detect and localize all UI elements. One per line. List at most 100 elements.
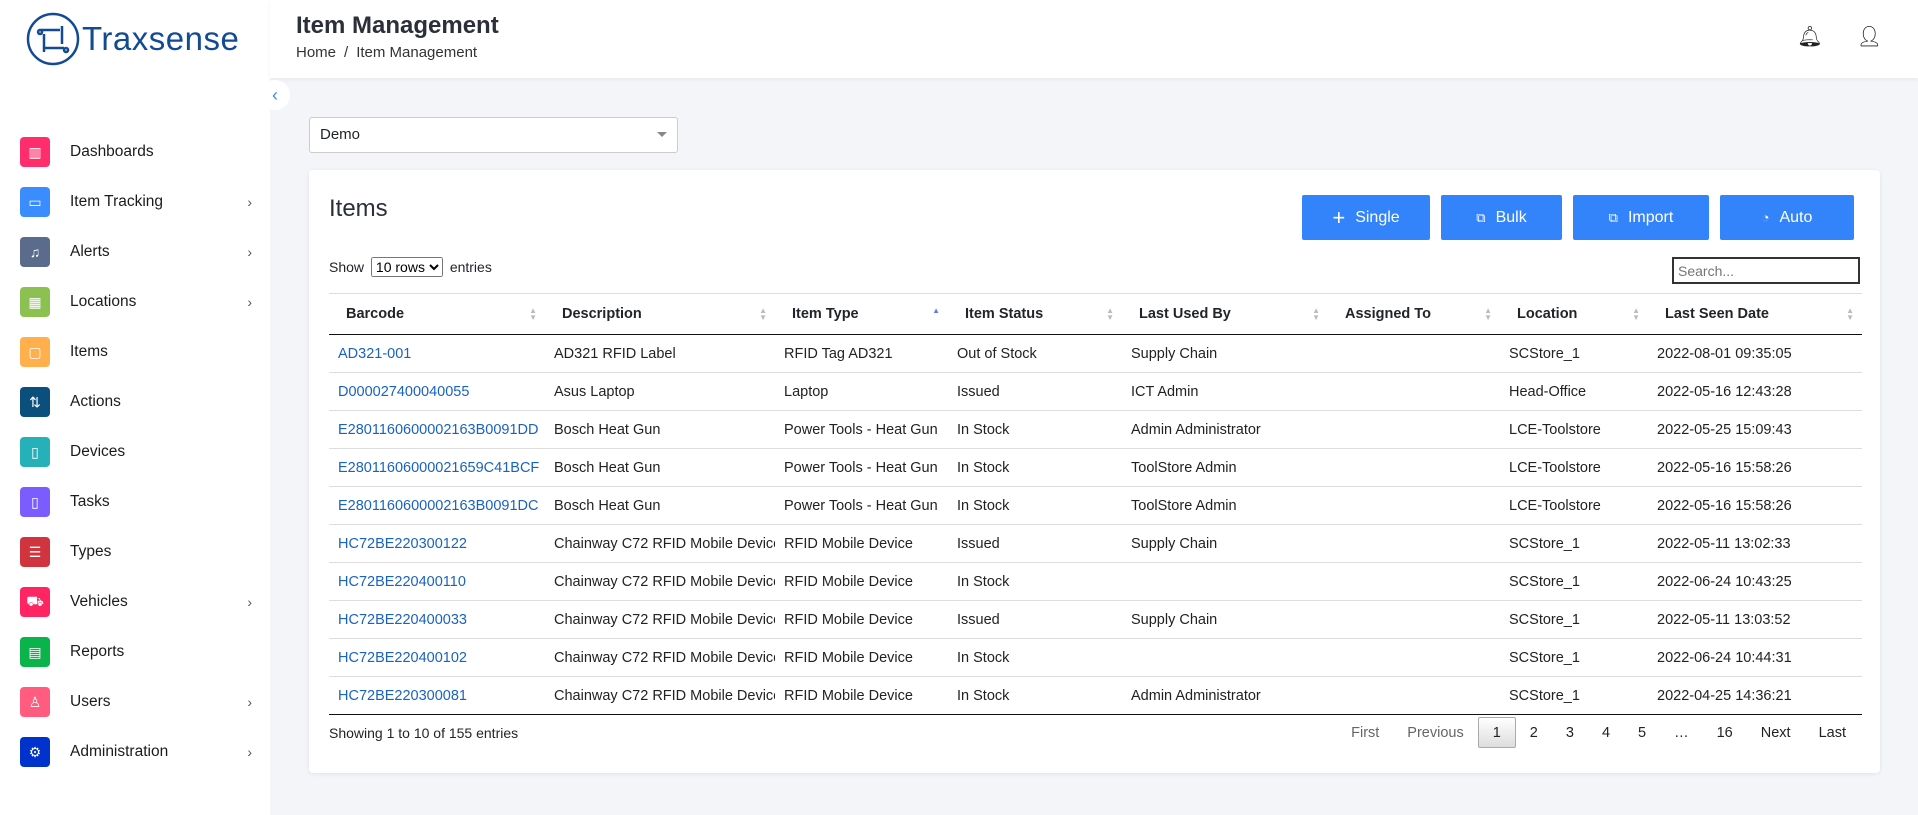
barcode-link[interactable]: HC72BE220400033 [338, 612, 467, 628]
table-row[interactable]: HC72BE220400102 Chainway C72 RFID Mobile … [329, 638, 1862, 677]
table-row[interactable]: E28011606000021659C41BCF Bosch Heat Gun Po… [329, 448, 1862, 487]
cell-item-type: RFID Tag AD321 [775, 334, 948, 373]
sort-icon: ▲ ▼ [1106, 306, 1114, 322]
single-button[interactable]: + Single [1302, 195, 1430, 240]
plus-icon: + [1332, 204, 1346, 230]
sidebar-item-devices[interactable]: ▯ Devices [20, 427, 260, 477]
cell-item-status: In Stock [948, 486, 1122, 525]
barcode-link[interactable]: HC72BE220400102 [338, 650, 467, 666]
column-header-item-type[interactable]: Item Type ▲ [775, 293, 948, 335]
single-button-label: Single [1355, 208, 1400, 226]
cell-item-status: Out of Stock [948, 334, 1122, 373]
column-header-assigned-to[interactable]: Assigned To ▲ ▼ [1328, 293, 1500, 335]
cell-description: AD321 RFID Label [545, 334, 775, 373]
collapse-sidebar-button[interactable]: ‹ [260, 80, 290, 110]
user-icon[interactable]: 👤︎ [1857, 24, 1882, 49]
project-select[interactable]: Demo [309, 117, 678, 153]
column-header-description[interactable]: Description ▲ ▼ [545, 293, 775, 335]
cell-description: Chainway C72 RFID Mobile Device [545, 600, 775, 639]
sidebar-item-types[interactable]: ☰ Types [20, 527, 260, 577]
sort-icon: ▲ ▼ [1484, 306, 1492, 322]
bell-icon[interactable]: 🔔︎ [1797, 24, 1822, 49]
page-4[interactable]: 4 [1588, 717, 1624, 748]
sidebar-item-actions[interactable]: ⇅ Actions [20, 377, 260, 427]
sidebar-item-alerts[interactable]: ♫ Alerts › [20, 227, 260, 277]
column-header-barcode[interactable]: Barcode ▲ ▼ [329, 293, 545, 335]
sidebar-item-item-tracking[interactable]: ▭ Item Tracking › [20, 177, 260, 227]
table-row[interactable]: HC72BE220300122 Chainway C72 RFID Mobile … [329, 524, 1862, 563]
table-row[interactable]: E2801160600002163B0091DC Bosch Heat Gun Po… [329, 486, 1862, 525]
cell-item-type: Power Tools - Heat Gun [775, 448, 948, 487]
barcode-link[interactable]: D000027400040055 [338, 384, 469, 400]
breadcrumb-home[interactable]: Home [296, 44, 336, 61]
bulk-button-label: Bulk [1495, 208, 1527, 226]
cell-last-used-by [1122, 562, 1328, 601]
page-3[interactable]: 3 [1552, 717, 1588, 748]
table-row[interactable]: E2801160600002163B0091DD Bosch Heat Gun Po… [329, 410, 1862, 449]
cell-location: LCE-Toolstore [1500, 448, 1648, 487]
cell-description: Bosch Heat Gun [545, 448, 775, 487]
barcode-link[interactable]: E28011606000021659C41BCF [338, 460, 539, 476]
table-row[interactable]: AD321-001 AD321 RFID Label RFID Tag AD321 O… [329, 334, 1862, 373]
items-card: Items + Single ⧉ Bulk ⧉ Import ◔ Auto Show 10 r… [309, 170, 1880, 773]
sidebar-item-items[interactable]: ▢ Items [20, 327, 260, 377]
column-header-last-seen-date[interactable]: Last Seen Date ▲ ▼ [1648, 293, 1862, 335]
sidebar-item-tasks[interactable]: ▯ Tasks [20, 477, 260, 527]
page-first[interactable]: First [1337, 717, 1393, 748]
auto-button[interactable]: ◔ Auto [1720, 195, 1854, 240]
page-next[interactable]: Next [1747, 717, 1805, 748]
table-row[interactable]: D000027400040055 Asus Laptop Laptop Issued I… [329, 372, 1862, 411]
column-header-item-status[interactable]: Item Status ▲ ▼ [948, 293, 1122, 335]
cell-item-type: Power Tools - Heat Gun [775, 410, 948, 449]
page-previous[interactable]: Previous [1393, 717, 1477, 748]
sidebar-item-reports[interactable]: ▤ Reports [20, 627, 260, 677]
table-row[interactable]: HC72BE220400033 Chainway C72 RFID Mobile … [329, 600, 1862, 639]
cell-barcode: HC72BE220300122 [329, 524, 545, 563]
column-header-last-used-by[interactable]: Last Used By ▲ ▼ [1122, 293, 1328, 335]
cell-barcode: D000027400040055 [329, 372, 545, 411]
cell-item-status: In Stock [948, 562, 1122, 601]
column-header-label: Last Seen Date [1665, 306, 1769, 322]
barcode-link[interactable]: E2801160600002163B0091DC [338, 498, 539, 514]
cell-item-type: Laptop [775, 372, 948, 411]
sidebar-item-users[interactable]: ♙ Users › [20, 677, 260, 727]
sidebar-item-administration[interactable]: ⚙ Administration › [20, 727, 260, 777]
cell-location: SCStore_1 [1500, 524, 1648, 563]
cell-barcode: HC72BE220400102 [329, 638, 545, 677]
import-button[interactable]: ⧉ Import [1573, 195, 1709, 240]
page-5[interactable]: 5 [1624, 717, 1660, 748]
sidebar-item-label: Users [70, 693, 111, 710]
logo[interactable]: Traxsense [26, 12, 239, 66]
chevron-right-icon: › [247, 744, 252, 760]
table-row[interactable]: HC72BE220300081 Chainway C72 RFID Mobile … [329, 676, 1862, 715]
sidebar-item-dashboards[interactable]: ▥ Dashboards [20, 127, 260, 177]
barcode-link[interactable]: HC72BE220400110 [338, 574, 466, 590]
page-16[interactable]: 16 [1703, 717, 1747, 748]
bulk-button[interactable]: ⧉ Bulk [1441, 195, 1562, 240]
column-header-label: Item Status [965, 306, 1044, 322]
database-icon: ☰ [20, 537, 50, 567]
chevron-right-icon: › [247, 594, 252, 610]
box-icon: ▢ [20, 337, 50, 367]
column-header-location[interactable]: Location ▲ ▼ [1500, 293, 1648, 335]
page-2[interactable]: 2 [1516, 717, 1552, 748]
page-last[interactable]: Last [1805, 717, 1860, 748]
sidebar-item-label: Dashboards [70, 143, 154, 160]
barcode-link[interactable]: E2801160600002163B0091DD [338, 422, 539, 438]
cell-last-used-by: ToolStore Admin [1122, 486, 1328, 525]
notebook-icon: ▤ [20, 637, 50, 667]
items-table: Barcode ▲ ▼ Description ▲ ▼ Item Type ▲ Item Sta… [329, 293, 1862, 715]
rows-per-page-select[interactable]: 10 rows [370, 257, 443, 277]
cell-last-used-by: ICT Admin [1122, 372, 1328, 411]
sidebar-item-vehicles[interactable]: ⛟ Vehicles › [20, 577, 260, 627]
barcode-link[interactable]: AD321-001 [338, 346, 411, 362]
barcode-link[interactable]: HC72BE220300122 [338, 536, 467, 552]
cell-location: SCStore_1 [1500, 600, 1648, 639]
page-1[interactable]: 1 [1477, 717, 1516, 748]
barcode-link[interactable]: HC72BE220300081 [338, 688, 467, 704]
table-row[interactable]: HC72BE220400110 Chainway C72 RFID Mobile … [329, 562, 1862, 601]
column-header-label: Last Used By [1139, 306, 1231, 322]
search-input[interactable] [1672, 257, 1860, 284]
sidebar-item-locations[interactable]: ▦ Locations › [20, 277, 260, 327]
sidebar-item-label: Actions [70, 393, 121, 410]
